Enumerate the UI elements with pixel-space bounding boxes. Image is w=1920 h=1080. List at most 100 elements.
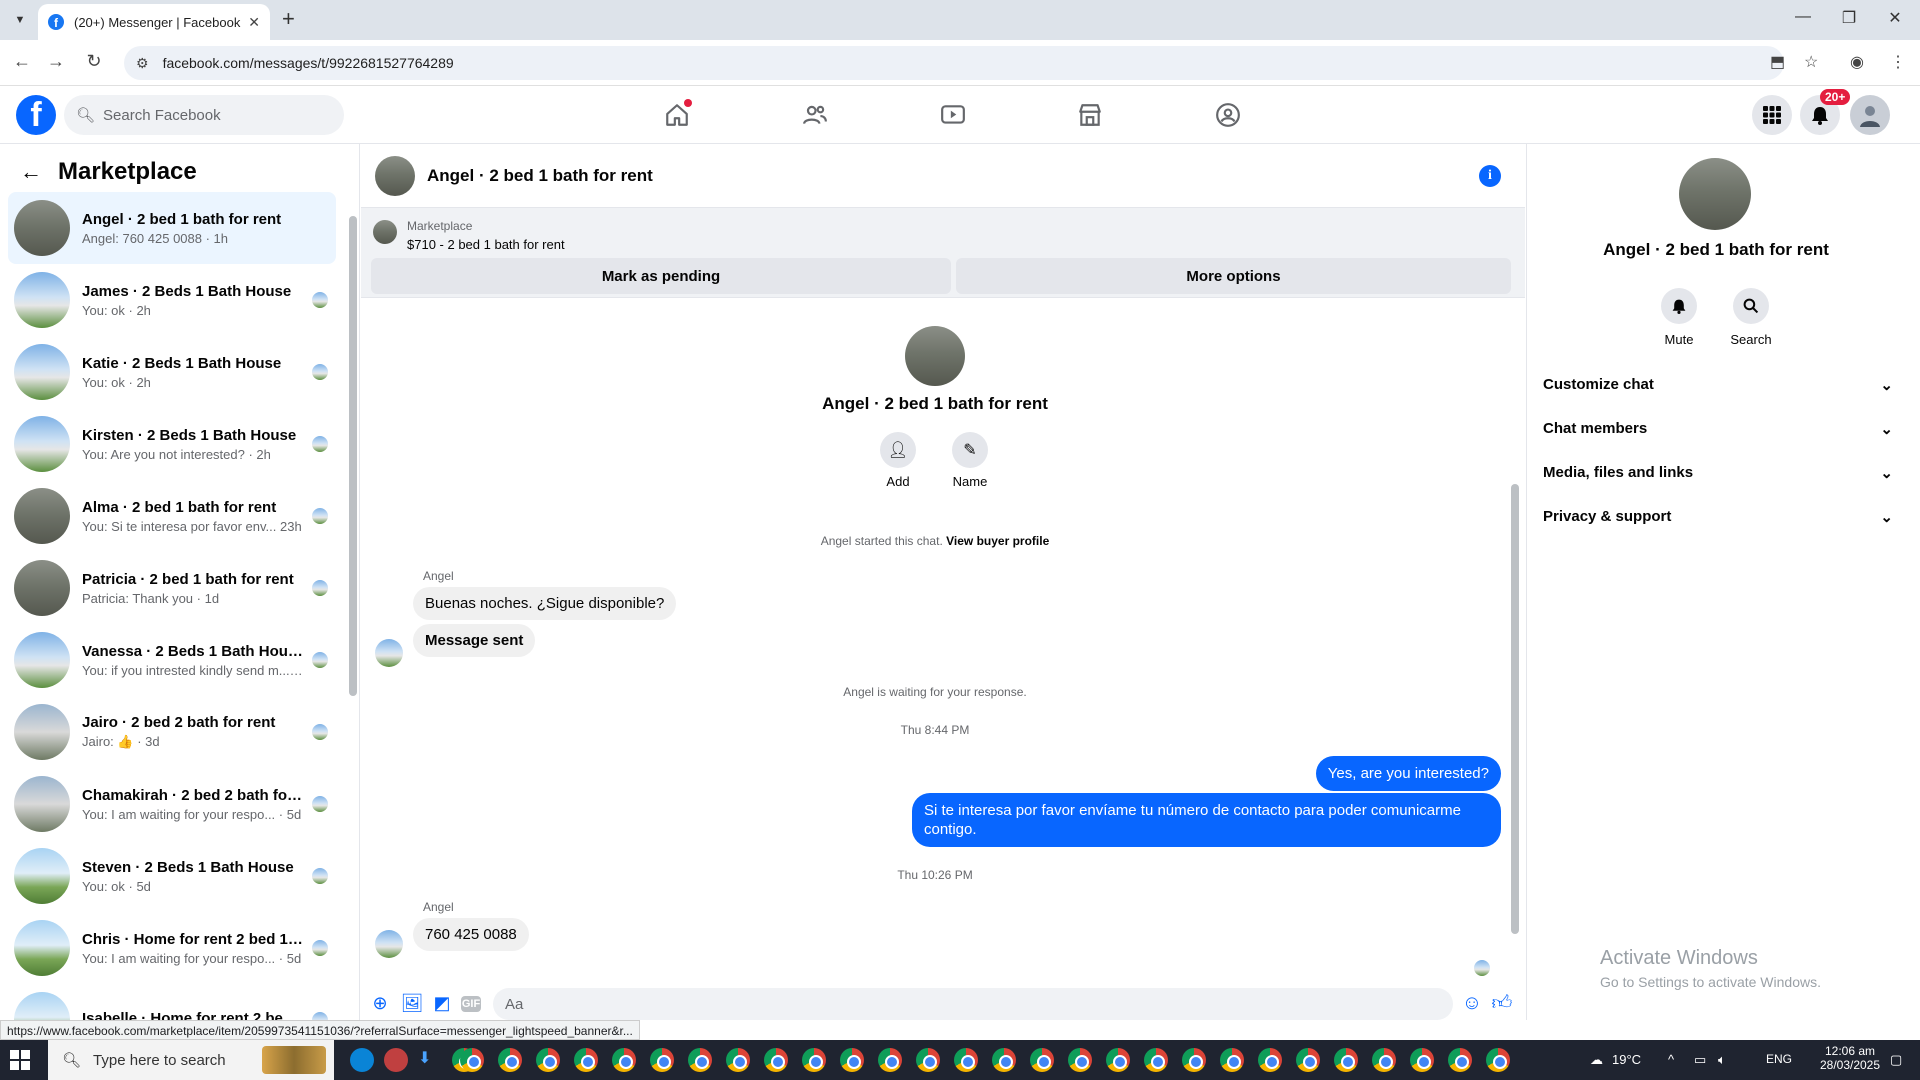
pencil-icon[interactable]: ✎ bbox=[952, 432, 988, 468]
weather-temp[interactable]: 19°C bbox=[1612, 1052, 1641, 1067]
chrome-app-icon[interactable] bbox=[1220, 1048, 1244, 1072]
plus-circle-icon[interactable]: ⊕ bbox=[369, 992, 391, 1014]
outgoing-message[interactable]: Yes, are you interested? bbox=[1315, 756, 1501, 791]
chrome-app-icon[interactable] bbox=[1410, 1048, 1434, 1072]
chrome-app-icon[interactable] bbox=[1258, 1048, 1282, 1072]
action-center-icon[interactable]: ▢ bbox=[1890, 1052, 1902, 1068]
marketplace-nav-icon[interactable] bbox=[1073, 98, 1107, 132]
volume-icon[interactable]: 🔈︎ bbox=[1718, 1052, 1726, 1068]
mark-as-pending-button[interactable]: Mark as pending bbox=[371, 258, 951, 294]
search-icon[interactable] bbox=[1733, 288, 1769, 324]
photo-icon[interactable]: 🖼︎ bbox=[401, 992, 424, 1014]
account-avatar[interactable] bbox=[1850, 95, 1890, 135]
conversation-item[interactable]: Isabelle · Home for rent 2 bed 1... bbox=[8, 984, 336, 1020]
chat-header-avatar[interactable] bbox=[375, 155, 415, 196]
conversation-item[interactable]: James · 2 Beds 1 Bath House You: ok · 2h bbox=[8, 264, 336, 336]
tray-chevron-icon[interactable]: ^ bbox=[1668, 1052, 1674, 1067]
search-action[interactable]: Search bbox=[1721, 288, 1781, 347]
chrome-app-icon[interactable] bbox=[536, 1048, 560, 1072]
facebook-logo-icon[interactable]: f bbox=[16, 95, 56, 135]
facebook-search-input[interactable]: 🔍︎ Search Facebook bbox=[64, 95, 344, 135]
clock[interactable]: 12:06 am 28/03/2025 bbox=[1810, 1044, 1890, 1072]
chrome-app-icon[interactable] bbox=[1296, 1048, 1320, 1072]
message-input[interactable]: Aa bbox=[493, 988, 1453, 1020]
conversation-item[interactable]: Chamakirah · 2 bed 2 bath for... You: I a… bbox=[8, 768, 336, 840]
chrome-app-icon[interactable] bbox=[1144, 1048, 1168, 1072]
more-options-button[interactable]: More options bbox=[956, 258, 1511, 294]
close-window-icon[interactable]: ✕ bbox=[1872, 8, 1918, 28]
info-icon[interactable]: i bbox=[1479, 165, 1501, 187]
browser-menu-icon[interactable]: ⋮ bbox=[1890, 52, 1906, 72]
new-tab-plus-icon[interactable]: + bbox=[282, 8, 295, 30]
reload-icon[interactable]: ↻ bbox=[82, 51, 106, 72]
tab-search-chevron-icon[interactable]: ▼ bbox=[8, 8, 32, 32]
view-buyer-profile-link[interactable]: View buyer profile bbox=[946, 534, 1049, 548]
name-action[interactable]: ✎ Name bbox=[940, 432, 1000, 489]
groups-nav-icon[interactable] bbox=[1211, 98, 1245, 132]
bell-icon[interactable] bbox=[1661, 288, 1697, 324]
chat-header-name[interactable]: Angel · 2 bed 1 bath for rent bbox=[427, 166, 653, 186]
incoming-message[interactable]: 760 425 0088 bbox=[413, 918, 529, 951]
weather-icon[interactable]: ☁ bbox=[1590, 1052, 1603, 1068]
sticker-icon[interactable]: ◩ bbox=[431, 992, 453, 1014]
conversation-item[interactable]: Steven · 2 Beds 1 Bath House You: ok · 5d bbox=[8, 840, 336, 912]
browser-tab-messenger[interactable]: f (20+) Messenger | Facebook ✕ bbox=[38, 4, 270, 40]
tab-close-icon[interactable]: ✕ bbox=[248, 14, 260, 31]
add-action[interactable]: 👤︎ Add bbox=[868, 432, 928, 489]
conversation-item[interactable]: Katie · 2 Beds 1 Bath House You: ok · 2h bbox=[8, 336, 336, 408]
back-arrow-icon[interactable]: ← bbox=[20, 159, 42, 185]
chrome-app-icon[interactable] bbox=[840, 1048, 864, 1072]
emoji-icon[interactable]: ☺ bbox=[1461, 992, 1483, 1014]
chrome-app-icon[interactable] bbox=[1182, 1048, 1206, 1072]
chrome-app-icon[interactable] bbox=[802, 1048, 826, 1072]
chrome-app-icon[interactable] bbox=[1334, 1048, 1358, 1072]
chrome-app-icon[interactable] bbox=[916, 1048, 940, 1072]
incoming-message[interactable]: Buenas noches. ¿Sigue disponible? bbox=[413, 587, 677, 620]
chrome-app-icon[interactable] bbox=[1486, 1048, 1510, 1072]
notifications-bell-icon[interactable]: 20+ bbox=[1800, 89, 1851, 135]
chrome-app-icon[interactable] bbox=[1068, 1048, 1092, 1072]
forward-arrow-icon[interactable]: → bbox=[44, 51, 68, 72]
chrome-app-icon[interactable] bbox=[1030, 1048, 1054, 1072]
chat-profile-avatar[interactable] bbox=[905, 326, 965, 386]
language-indicator[interactable]: ENG bbox=[1766, 1052, 1792, 1066]
sender-avatar[interactable] bbox=[375, 639, 403, 667]
conversation-item[interactable]: Kirsten · 2 Beds 1 Bath House You: Are yo… bbox=[8, 408, 336, 480]
home-nav-icon[interactable] bbox=[660, 98, 694, 132]
conversation-item[interactable]: Vanessa · 2 Beds 1 Bath House You: if you… bbox=[8, 624, 336, 696]
video-nav-icon[interactable] bbox=[936, 98, 970, 132]
taskbar-search-input[interactable]: 🔍︎ Type here to search bbox=[48, 1040, 334, 1080]
conversation-item[interactable]: Alma · 2 bed 1 bath for rent You: Si te i… bbox=[8, 480, 336, 552]
add-person-icon[interactable]: 👤︎ bbox=[880, 432, 916, 468]
app-icon[interactable] bbox=[384, 1048, 408, 1072]
menu-grid-icon[interactable] bbox=[1752, 95, 1792, 135]
friends-nav-icon[interactable] bbox=[798, 98, 832, 132]
profile-icon[interactable]: ◉ bbox=[1850, 52, 1864, 72]
chat-members-row[interactable]: Chat members ⌄ bbox=[1543, 420, 1893, 438]
incoming-message[interactable]: Message sent bbox=[413, 624, 536, 657]
chrome-app-icon[interactable] bbox=[612, 1048, 636, 1072]
thumbs-up-icon[interactable]: 👍︎ bbox=[1491, 992, 1513, 1014]
mute-action[interactable]: Mute bbox=[1649, 288, 1709, 347]
conversation-item[interactable]: Patricia · 2 bed 1 bath for rent Patricia… bbox=[8, 552, 336, 624]
conversation-item[interactable]: Chris · Home for rent 2 bed 1b... You: I … bbox=[8, 912, 336, 984]
details-avatar[interactable] bbox=[1679, 158, 1751, 230]
chrome-app-icon[interactable] bbox=[992, 1048, 1016, 1072]
gif-icon[interactable]: GIF bbox=[461, 996, 481, 1012]
chat-scrollbar[interactable] bbox=[1511, 338, 1519, 948]
chrome-app-icon[interactable] bbox=[1106, 1048, 1130, 1072]
minimize-icon[interactable]: — bbox=[1780, 8, 1826, 26]
privacy-support-row[interactable]: Privacy & support ⌄ bbox=[1543, 508, 1893, 526]
chrome-app-icon[interactable] bbox=[498, 1048, 522, 1072]
chrome-app-icon[interactable] bbox=[878, 1048, 902, 1072]
bookmark-star-icon[interactable]: ☆ bbox=[1804, 52, 1818, 72]
customize-chat-row[interactable]: Customize chat ⌄ bbox=[1543, 376, 1893, 394]
chrome-app-icon[interactable] bbox=[726, 1048, 750, 1072]
url-omnibox[interactable]: ⚙ facebook.com/messages/t/99226815277642… bbox=[124, 46, 1784, 80]
site-info-icon[interactable]: ⚙ bbox=[136, 55, 149, 72]
install-app-icon[interactable]: ⬒ bbox=[1770, 52, 1785, 72]
media-files-links-row[interactable]: Media, files and links ⌄ bbox=[1543, 464, 1893, 482]
chrome-app-icon[interactable] bbox=[1372, 1048, 1396, 1072]
sender-avatar[interactable] bbox=[375, 930, 403, 958]
download-app-icon[interactable]: ⬇ bbox=[418, 1048, 442, 1072]
